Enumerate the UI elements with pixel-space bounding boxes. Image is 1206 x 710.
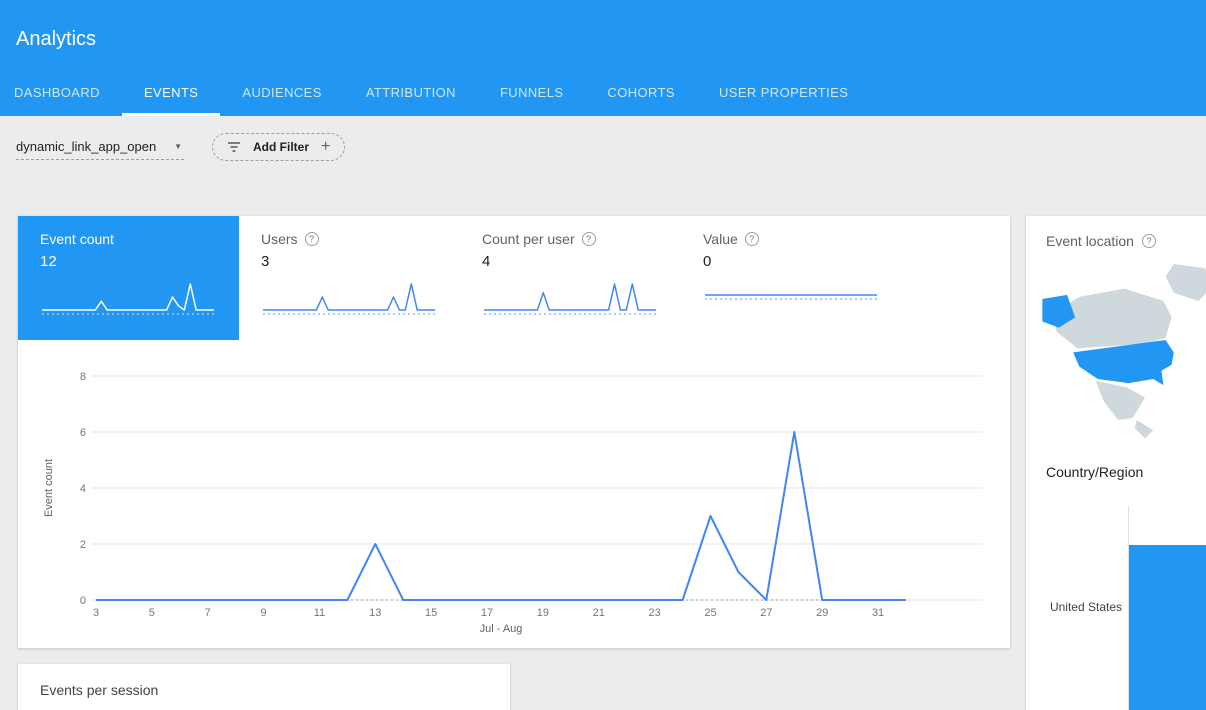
event-count-sparkline (40, 278, 218, 318)
svg-text:5: 5 (149, 607, 155, 619)
metric-tile-event-count[interactable]: Event count 12 (18, 216, 239, 340)
svg-text:6: 6 (80, 427, 86, 439)
svg-text:8: 8 (80, 371, 86, 383)
svg-text:17: 17 (481, 607, 493, 619)
add-filter-label: Add Filter (253, 140, 309, 154)
tab-user-properties[interactable]: USER PROPERTIES (697, 85, 870, 116)
metric-tile-count-per-user[interactable]: Count per user ? 4 (460, 216, 681, 340)
metric-label: Count per user (482, 231, 575, 247)
metric-value: 3 (261, 253, 460, 270)
filter-icon (227, 141, 241, 153)
plus-icon: + (321, 138, 330, 156)
svg-text:9: 9 (261, 607, 267, 619)
add-filter-button[interactable]: Add Filter + (212, 133, 345, 161)
metric-value: 4 (482, 253, 681, 270)
svg-text:7: 7 (205, 607, 211, 619)
svg-text:31: 31 (872, 607, 884, 619)
event-select-dropdown[interactable]: dynamic_link_app_open ▼ (16, 134, 184, 160)
help-icon[interactable]: ? (1142, 234, 1156, 248)
north-america-map[interactable] (1040, 262, 1206, 457)
events-per-session-title: Events per session (18, 664, 510, 698)
map-mexico (1096, 381, 1145, 420)
svg-text:15: 15 (425, 607, 437, 619)
nav-tabs: DASHBOARD EVENTS AUDIENCES ATTRIBUTION F… (0, 85, 870, 116)
metric-label: Users (261, 231, 298, 247)
tab-audiences[interactable]: AUDIENCES (220, 85, 343, 116)
tab-funnels[interactable]: FUNNELS (478, 85, 585, 116)
svg-text:2: 2 (80, 539, 86, 551)
country-row-label: United States (1026, 600, 1122, 614)
svg-text:27: 27 (760, 607, 772, 619)
map-greenland (1166, 264, 1206, 301)
event-location-title: Event location (1046, 233, 1134, 249)
svg-text:21: 21 (593, 607, 605, 619)
main-chart-svg: 0 2 4 6 8 3 5 7 9 11 13 15 17 19 21 23 25 27 29 31 Jul - Aug (62, 356, 1002, 638)
metric-tile-users[interactable]: Users ? 3 (239, 216, 460, 340)
svg-text:19: 19 (537, 607, 549, 619)
app-header: Analytics DASHBOARD EVENTS AUDIENCES ATT… (0, 0, 1206, 116)
tab-dashboard[interactable]: DASHBOARD (0, 85, 122, 116)
events-card: Event count 12 Users ? 3 Count per user … (18, 216, 1010, 648)
tab-cohorts[interactable]: COHORTS (585, 85, 697, 116)
metric-label: Event count (40, 231, 114, 247)
svg-text:25: 25 (704, 607, 716, 619)
svg-text:Jul - Aug: Jul - Aug (480, 623, 523, 635)
svg-text:0: 0 (80, 595, 86, 607)
svg-text:4: 4 (80, 483, 86, 495)
metric-label: Value (703, 231, 738, 247)
svg-text:23: 23 (648, 607, 660, 619)
metric-tile-value[interactable]: Value ? 0 (681, 216, 902, 340)
event-location-card: Event location ? Country/Region United S… (1026, 216, 1206, 710)
page-title: Analytics (16, 28, 96, 51)
svg-text:29: 29 (816, 607, 828, 619)
event-select-value: dynamic_link_app_open (16, 139, 156, 154)
help-icon[interactable]: ? (745, 232, 759, 246)
chevron-down-icon: ▼ (174, 142, 184, 151)
tab-events[interactable]: EVENTS (122, 85, 220, 116)
count-per-user-sparkline (482, 278, 660, 318)
country-region-heading: Country/Region (1046, 464, 1143, 480)
metric-value: 12 (40, 253, 239, 270)
help-icon[interactable]: ? (305, 232, 319, 246)
svg-text:13: 13 (369, 607, 381, 619)
value-sparkline (703, 278, 881, 318)
y-axis-label: Event count (43, 423, 57, 553)
svg-text:11: 11 (314, 607, 325, 619)
events-per-session-card: Events per session (18, 664, 510, 710)
country-bar-united-states[interactable] (1129, 545, 1206, 710)
map-central-america (1135, 420, 1153, 438)
metric-value: 0 (703, 253, 902, 270)
users-sparkline (261, 278, 439, 318)
tab-attribution[interactable]: ATTRIBUTION (344, 85, 478, 116)
metric-tiles: Event count 12 Users ? 3 Count per user … (18, 216, 1010, 340)
help-icon[interactable]: ? (582, 232, 596, 246)
svg-text:3: 3 (93, 607, 99, 619)
